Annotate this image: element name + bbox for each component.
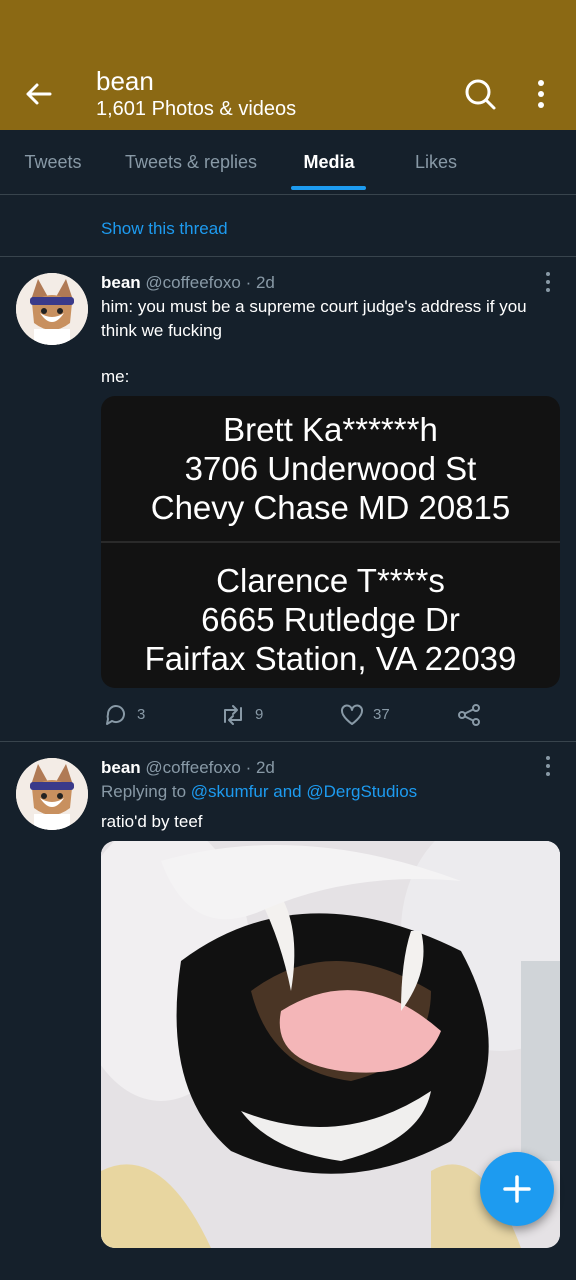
mention-link[interactable]: @skumfur [191,782,269,801]
tweet-options-icon[interactable] [536,270,560,294]
replying-and[interactable]: and [273,782,301,801]
reply-button[interactable]: 3 [103,702,163,728]
replying-to: Replying to @skumfur and @DergStudios [101,782,417,802]
meta-separator: · [245,758,252,777]
reply-icon [106,705,125,725]
heart-icon [341,704,363,725]
tab-likes[interactable]: Likes [398,130,474,194]
tweet-text: him: you must be a supreme court judge's… [101,297,527,340]
tab-tweets[interactable]: Tweets [10,130,96,194]
tweet-time[interactable]: 2d [256,273,275,292]
address-line: 6665 Rutledge Dr [201,601,460,638]
meta-separator: · [245,273,252,292]
tab-media[interactable]: Media [290,130,368,194]
retweet-button[interactable]: 9 [219,702,279,728]
profile-header: bean 1,601 Photos & videos [0,0,576,130]
author-name[interactable]: bean [101,273,141,292]
replying-prefix: Replying to [101,782,187,801]
address-line: Fairfax Station, VA 22039 [144,640,517,677]
tweet-divider [0,741,576,742]
fox-avatar-icon [16,273,88,345]
address-block: Clarence T****s 6665 Rutledge Dr Fairfax… [101,561,560,678]
tweet-text: ratio'd by teef [101,812,203,831]
profile-name: bean [96,66,154,96]
profile-tabs: Tweets Tweets & replies Media Likes [0,130,576,195]
address-line: 3706 Underwood St [184,450,477,487]
tweet-meta: bean @coffeefoxo · 2d [101,757,275,779]
plus-icon [503,1175,531,1203]
share-button[interactable] [456,702,484,728]
reply-count: 3 [137,706,146,723]
tweet-time[interactable]: 2d [256,758,275,777]
avatar[interactable] [16,758,88,830]
avatar[interactable] [16,273,88,345]
compose-tweet-button[interactable] [480,1152,554,1226]
like-button[interactable]: 37 [339,702,399,728]
share-icon [458,704,480,726]
show-thread-link[interactable]: Show this thread [101,219,228,239]
author-handle[interactable]: @coffeefoxo [145,758,240,777]
more-vertical-icon[interactable] [526,76,556,112]
tweet-divider [0,256,576,257]
tweet-options-icon[interactable] [536,754,560,778]
tab-tweets-replies[interactable]: Tweets & replies [112,130,270,194]
search-icon[interactable] [462,76,498,112]
address-line: Clarence T****s [216,562,445,599]
author-name[interactable]: bean [101,758,141,777]
address-line: Chevy Chase MD 20815 [150,489,511,526]
media-count: 1,601 Photos & videos [96,98,297,120]
address-line: Brett Ka******h [223,411,438,448]
tweet-image[interactable]: Brett Ka******h 3706 Underwood St Chevy … [101,396,560,688]
arrow-left-icon[interactable] [20,76,56,112]
tweet-meta: bean @coffeefoxo · 2d [101,272,275,294]
fox-avatar-icon [16,758,88,830]
retweet-icon [224,705,242,725]
address-block: Brett Ka******h 3706 Underwood St Chevy … [101,410,560,527]
image-divider [101,541,560,543]
author-handle[interactable]: @coffeefoxo [145,273,240,292]
tweet-text-line: me: [101,367,130,386]
active-tab-indicator [291,186,366,190]
like-count: 37 [373,706,390,723]
retweet-count: 9 [255,706,264,723]
mention-link[interactable]: @DergStudios [306,782,417,801]
